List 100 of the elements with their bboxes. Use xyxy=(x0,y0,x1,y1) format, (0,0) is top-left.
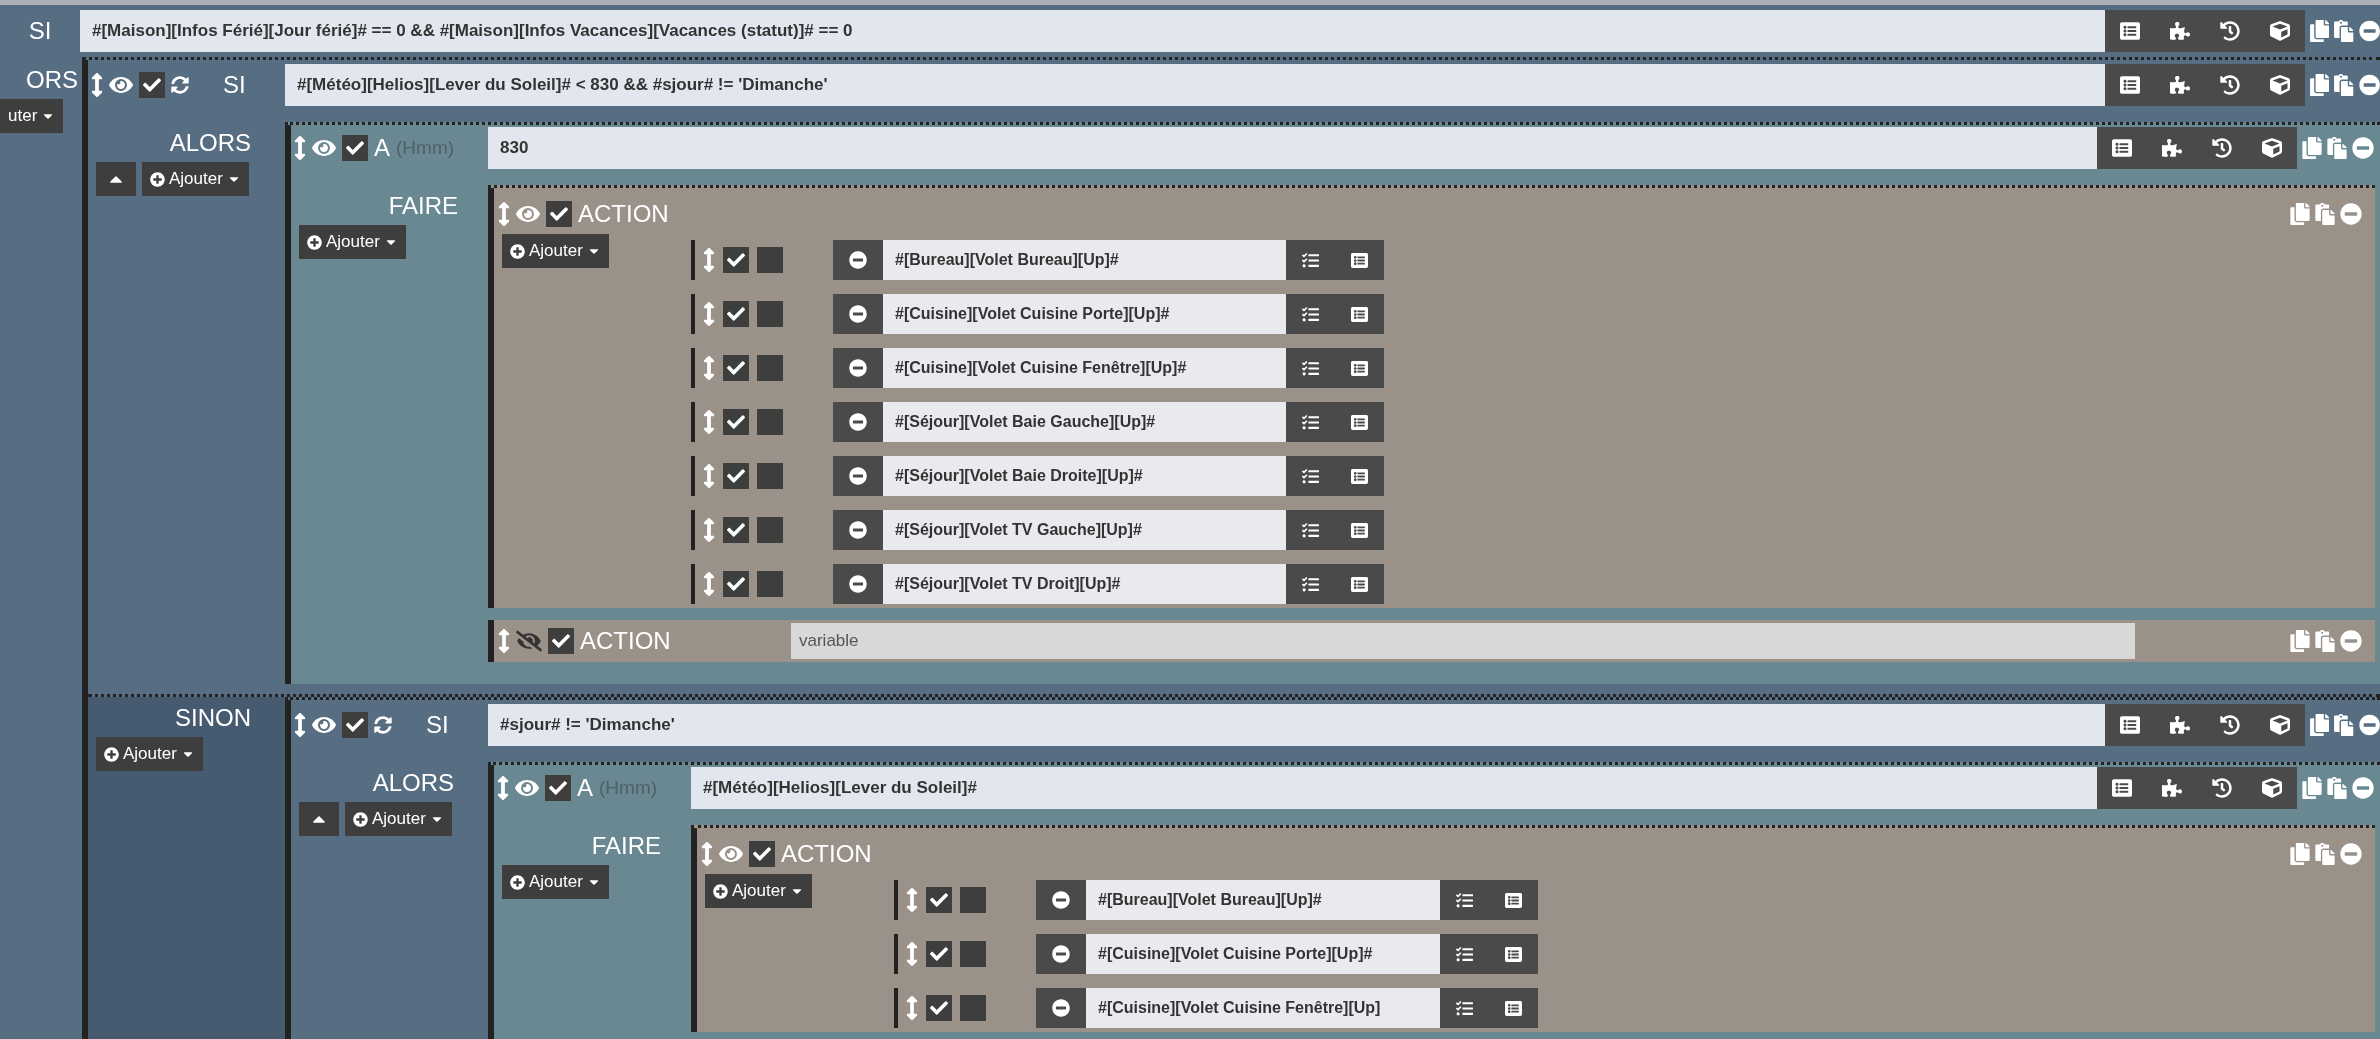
remove-button[interactable] xyxy=(833,510,883,550)
expression-field[interactable]: #[Météo][Helios][Lever du Soleil]# xyxy=(691,767,2097,809)
copy-icon[interactable] xyxy=(2290,843,2310,865)
move-icon[interactable] xyxy=(498,629,510,653)
command-field[interactable]: #[Cuisine][Volet Cuisine Fenêtre][Up]# xyxy=(883,348,1287,388)
move-icon[interactable] xyxy=(294,713,306,737)
move-icon[interactable] xyxy=(703,464,715,488)
refresh-icon[interactable] xyxy=(374,716,392,734)
puzzle-icon[interactable] xyxy=(2170,21,2190,41)
copy-icon[interactable] xyxy=(2302,137,2322,159)
remove-icon[interactable] xyxy=(2358,74,2380,96)
checkbox[interactable] xyxy=(757,409,783,435)
checkbox[interactable] xyxy=(757,247,783,273)
checkbox[interactable] xyxy=(723,247,749,273)
list-icon[interactable] xyxy=(1505,999,1523,1017)
checkbox[interactable] xyxy=(757,301,783,327)
add-dropdown-button[interactable]: Ajouter xyxy=(142,162,249,196)
command-field[interactable]: #[Cuisine][Volet Cuisine Fenêtre][Up] xyxy=(1086,988,1441,1028)
paste-icon[interactable] xyxy=(2334,74,2354,96)
checkbox[interactable] xyxy=(548,628,574,654)
remove-button[interactable] xyxy=(833,294,883,334)
history-icon[interactable] xyxy=(2220,21,2240,41)
collapse-button[interactable] xyxy=(299,802,339,836)
puzzle-icon[interactable] xyxy=(2170,75,2190,95)
checkbox[interactable] xyxy=(723,355,749,381)
command-field[interactable]: #[Cuisine][Volet Cuisine Porte][Up]# xyxy=(1086,934,1441,974)
copy-icon[interactable] xyxy=(2310,74,2330,96)
move-icon[interactable] xyxy=(703,518,715,542)
move-icon[interactable] xyxy=(91,73,103,97)
remove-icon[interactable] xyxy=(2340,203,2362,225)
checkbox[interactable] xyxy=(960,887,986,913)
move-icon[interactable] xyxy=(498,202,510,226)
remove-icon[interactable] xyxy=(2358,20,2380,42)
cube-icon[interactable] xyxy=(2270,715,2290,735)
checkbox[interactable] xyxy=(342,712,368,738)
checklist-icon[interactable] xyxy=(1302,305,1320,323)
checklist-icon[interactable] xyxy=(1302,521,1320,539)
move-icon[interactable] xyxy=(703,302,715,326)
expression-field[interactable]: #[Météo][Helios][Lever du Soleil]# < 830 && #sjour# != 'Dimanche' xyxy=(285,64,2105,106)
checklist-icon[interactable] xyxy=(1456,945,1474,963)
cube-icon[interactable] xyxy=(2270,21,2290,41)
checklist-icon[interactable] xyxy=(1302,251,1320,269)
checkbox[interactable] xyxy=(960,995,986,1021)
list-icon[interactable] xyxy=(1351,305,1369,323)
cube-icon[interactable] xyxy=(2262,138,2282,158)
remove-button[interactable] xyxy=(833,240,883,280)
copy-icon[interactable] xyxy=(2310,20,2330,42)
paste-icon[interactable] xyxy=(2315,630,2335,652)
add-dropdown-button[interactable]: uter xyxy=(0,99,64,133)
paste-icon[interactable] xyxy=(2334,20,2354,42)
eye-slash-icon[interactable] xyxy=(516,629,542,653)
remove-icon[interactable] xyxy=(2358,714,2380,736)
checkbox[interactable] xyxy=(139,72,165,98)
checkbox[interactable] xyxy=(545,775,571,801)
checkbox[interactable] xyxy=(926,887,952,913)
input-field[interactable]: variable xyxy=(791,623,2135,659)
add-dropdown-button[interactable]: Ajouter xyxy=(299,225,406,259)
checkbox[interactable] xyxy=(723,517,749,543)
copy-icon[interactable] xyxy=(2290,630,2310,652)
remove-button[interactable] xyxy=(833,348,883,388)
remove-button[interactable] xyxy=(1036,880,1086,920)
move-icon[interactable] xyxy=(906,888,918,912)
expression-field[interactable]: #sjour# != 'Dimanche' xyxy=(488,704,2105,746)
list-icon[interactable] xyxy=(2112,778,2132,798)
move-icon[interactable] xyxy=(701,842,713,866)
remove-icon[interactable] xyxy=(2352,777,2374,799)
checklist-icon[interactable] xyxy=(1302,359,1320,377)
puzzle-icon[interactable] xyxy=(2162,778,2182,798)
command-field[interactable]: #[Bureau][Volet Bureau][Up]# xyxy=(883,240,1287,280)
puzzle-icon[interactable] xyxy=(2170,715,2190,735)
expression-field[interactable]: 830 xyxy=(488,127,2097,169)
remove-button[interactable] xyxy=(833,564,883,604)
checklist-icon[interactable] xyxy=(1456,891,1474,909)
add-dropdown-button[interactable]: Ajouter xyxy=(345,802,452,836)
checklist-icon[interactable] xyxy=(1302,467,1320,485)
command-field[interactable]: #[Cuisine][Volet Cuisine Porte][Up]# xyxy=(883,294,1287,334)
copy-icon[interactable] xyxy=(2310,714,2330,736)
paste-icon[interactable] xyxy=(2315,843,2335,865)
checkbox[interactable] xyxy=(960,941,986,967)
history-icon[interactable] xyxy=(2220,715,2240,735)
checklist-icon[interactable] xyxy=(1302,575,1320,593)
history-icon[interactable] xyxy=(2212,778,2232,798)
checkbox[interactable] xyxy=(723,571,749,597)
remove-icon[interactable] xyxy=(2352,137,2374,159)
history-icon[interactable] xyxy=(2220,75,2240,95)
list-icon[interactable] xyxy=(1351,575,1369,593)
add-dropdown-button[interactable]: Ajouter xyxy=(502,234,609,268)
checklist-icon[interactable] xyxy=(1456,999,1474,1017)
list-icon[interactable] xyxy=(1351,467,1369,485)
list-icon[interactable] xyxy=(2120,75,2140,95)
list-icon[interactable] xyxy=(2112,138,2132,158)
paste-icon[interactable] xyxy=(2334,714,2354,736)
history-icon[interactable] xyxy=(2212,138,2232,158)
list-icon[interactable] xyxy=(1351,413,1369,431)
add-dropdown-button[interactable]: Ajouter xyxy=(96,737,203,771)
remove-button[interactable] xyxy=(833,456,883,496)
remove-button[interactable] xyxy=(1036,934,1086,974)
checkbox[interactable] xyxy=(723,463,749,489)
command-field[interactable]: #[Bureau][Volet Bureau][Up]# xyxy=(1086,880,1441,920)
checkbox[interactable] xyxy=(723,409,749,435)
